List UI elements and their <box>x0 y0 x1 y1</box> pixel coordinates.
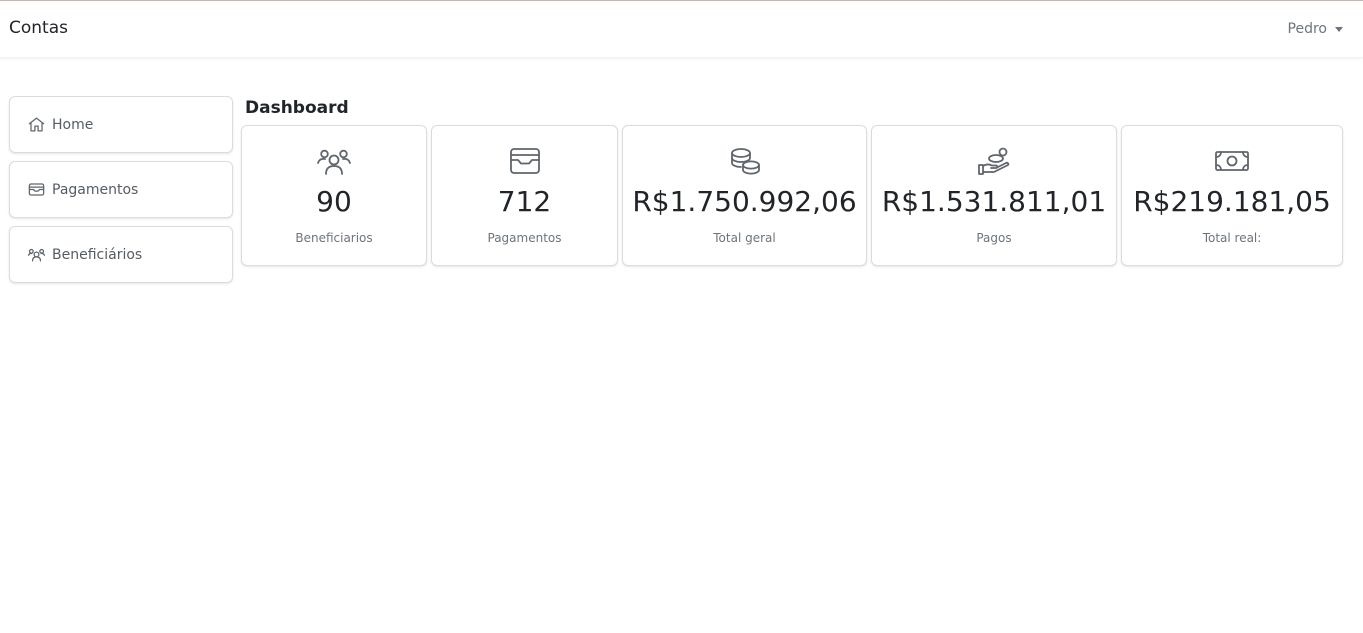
top-navbar: Contas Pedro <box>0 0 1363 57</box>
stat-label: Pagamentos <box>487 231 562 245</box>
sidebar-item-label: Beneficiários <box>52 246 143 263</box>
stat-card-pagos: R$1.531.811,01 Pagos <box>871 125 1117 266</box>
coins-icon <box>730 148 760 175</box>
users-icon <box>27 248 46 262</box>
users-icon <box>317 149 351 175</box>
stat-value: R$219.181,05 <box>1133 185 1331 218</box>
stat-value: R$1.750.992,06 <box>632 185 857 218</box>
cash-icon <box>1215 151 1249 171</box>
wallet-icon <box>28 183 45 196</box>
stat-value: R$1.531.811,01 <box>881 185 1107 218</box>
stat-value: 712 <box>497 185 552 218</box>
stat-value: 90 <box>316 185 352 218</box>
stat-label: Beneficiarios <box>295 231 373 245</box>
sidebar-item-pagamentos[interactable]: Pagamentos <box>9 161 233 218</box>
brand-link[interactable]: Contas <box>9 18 68 38</box>
user-menu-dropdown[interactable]: Pedro <box>1288 21 1343 37</box>
wallet-icon <box>509 148 540 174</box>
caret-down-icon <box>1335 26 1343 32</box>
stat-card-total-geral: R$1.750.992,06 Total geral <box>622 125 867 266</box>
sidebar-item-label: Pagamentos <box>52 181 139 198</box>
stat-label: Total geral <box>713 231 776 245</box>
sidebar: Home Pagamentos Beneficiários <box>9 96 233 291</box>
stat-label: Total real: <box>1202 231 1262 245</box>
stat-label: Pagos <box>976 231 1012 245</box>
page-title: Dashboard <box>245 98 349 118</box>
sidebar-item-label: Home <box>52 116 94 133</box>
user-name: Pedro <box>1287 21 1327 37</box>
sidebar-item-beneficiarios[interactable]: Beneficiários <box>9 226 233 283</box>
stat-card-pagamentos: 712 Pagamentos <box>431 125 618 266</box>
stat-card-total-real: R$219.181,05 Total real: <box>1121 125 1343 266</box>
sidebar-item-home[interactable]: Home <box>9 96 233 153</box>
stat-card-beneficiarios: 90 Beneficiarios <box>241 125 427 266</box>
home-icon <box>28 117 45 132</box>
hand-coin-icon <box>978 147 1010 175</box>
